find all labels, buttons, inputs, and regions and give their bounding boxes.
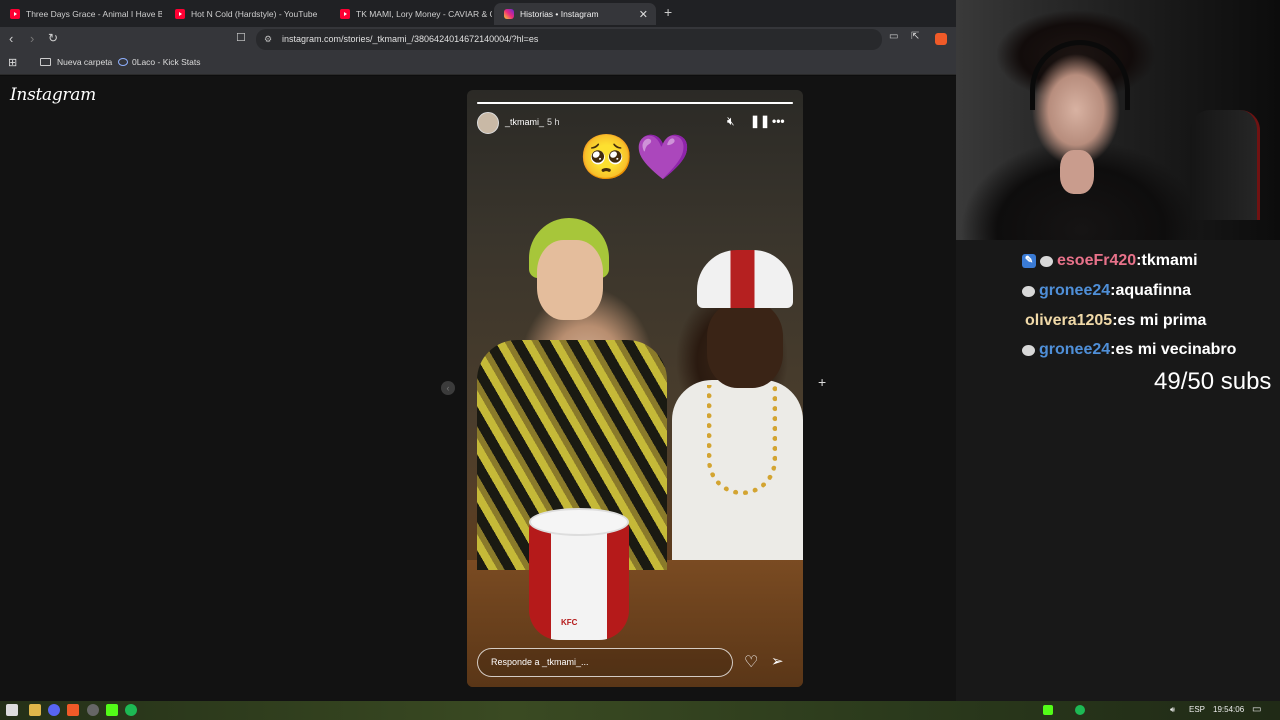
youtube-icon [340, 9, 350, 19]
toolbar: ‹ › ↻ ☐ ⚙ instagram.com/stories/_tkmami_… [0, 27, 956, 52]
bookmark-label: Nueva carpeta [57, 57, 113, 67]
tab-three-days-grace[interactable]: Three Days Grace - Animal I Have Be [0, 3, 162, 25]
language-indicator[interactable]: ESP [1189, 705, 1205, 714]
chat-text: es mi prima [1117, 312, 1207, 329]
chat-message: ✎ esoeFr420 : tkmami [1022, 250, 1198, 272]
avatar[interactable] [477, 112, 499, 134]
brave-icon[interactable] [67, 704, 79, 716]
new-tab-icon[interactable]: + [664, 4, 672, 20]
notifications-icon[interactable]: ▭ [1252, 704, 1261, 715]
kick-stats-icon [118, 58, 128, 66]
file-explorer-icon[interactable] [29, 704, 41, 716]
apps-grid-icon[interactable]: ⊞ [8, 56, 17, 69]
obs-icon[interactable] [87, 704, 99, 716]
youtube-icon [175, 9, 185, 19]
reload-icon[interactable]: ↻ [48, 31, 58, 45]
chat-text: tkmami [1141, 252, 1198, 269]
address-bar[interactable]: ⚙ instagram.com/stories/_tkmami_/3806424… [256, 29, 882, 50]
chat-username: gronee24 [1039, 341, 1111, 358]
forward-icon[interactable]: › [30, 31, 34, 46]
instagram-logo[interactable]: Instagram [10, 85, 96, 105]
reply-placeholder: Responde a _tkmami_... [491, 657, 589, 667]
tab-hot-n-cold[interactable]: Hot N Cold (Hardstyle) - YouTube [165, 3, 327, 25]
bookmark-folder[interactable]: Nueva carpeta [40, 57, 112, 67]
muted-icon[interactable]: 🔇︎ [727, 114, 735, 129]
tab-label: Hot N Cold (Hardstyle) - YouTube [191, 9, 318, 19]
story-emoji-sticker: 🥺💜 [579, 133, 693, 182]
chat-message: gronee24 : aquafinna [1022, 280, 1191, 302]
back-icon[interactable]: ‹ [9, 31, 13, 46]
close-tab-icon[interactable]: ✕ [639, 8, 648, 21]
sub-badge-icon: ✎ [1022, 254, 1036, 268]
sub-goal-counter: 49/50 subs [1154, 368, 1272, 395]
chat-username: olivera1205 [1025, 312, 1113, 329]
story-viewer[interactable]: KFC _tkmami_ 5 h 🔇︎ ❚❚ ••• 🥺💜 Responde a… [467, 90, 803, 687]
clock[interactable]: 19:54:06 [1213, 705, 1244, 714]
bookmarks-bar: ⊞ Nueva carpeta 0Laco - Kick Stats [0, 52, 956, 75]
bot-badge-icon [1040, 255, 1053, 267]
heart-icon[interactable]: ♡ [744, 652, 758, 672]
url-text: instagram.com/stories/_tkmami_/380642401… [282, 34, 539, 44]
browser-window: Three Days Grace - Animal I Have Be Hot … [0, 0, 956, 701]
story-gold-chain [707, 385, 777, 495]
send-icon[interactable]: ➢ [771, 652, 784, 670]
chat-username: esoeFr420 [1057, 252, 1137, 269]
gaming-chair [1190, 110, 1260, 220]
chat-message: gronee24 : es mi vecinabro [1022, 339, 1236, 361]
tab-label: TK MAMI, Lory Money - CAVIAR & C [356, 9, 492, 19]
instagram-icon [504, 9, 514, 19]
windows-start-icon[interactable] [6, 704, 18, 716]
chat-text: es mi vecinabro [1115, 341, 1237, 358]
stream-chat: ✎ esoeFr420 : tkmami gronee24 : aquafinn… [956, 240, 1280, 700]
kfc-logo: KFC [561, 618, 578, 627]
taskbar: 🔊︎ ESP 19:54:06 ▭ [0, 701, 1280, 720]
tray-kick-icon[interactable] [1043, 705, 1053, 715]
previous-story-button[interactable]: ‹ [441, 381, 455, 395]
bookmark-label: 0Laco - Kick Stats [132, 57, 201, 67]
bot-badge-icon [1022, 344, 1035, 356]
discord-icon[interactable] [48, 704, 60, 716]
share-icon[interactable]: ⇱ [911, 31, 919, 42]
chat-message: olivera1205 : es mi prima [1025, 310, 1206, 332]
chat-username: gronee24 [1039, 282, 1111, 299]
bot-badge-icon [1022, 285, 1035, 297]
kick-icon[interactable] [106, 704, 118, 716]
pause-icon[interactable]: ❚❚ [750, 114, 770, 128]
tab-label: Historias • Instagram [520, 9, 599, 19]
story-timestamp: 5 h [547, 117, 560, 127]
youtube-icon [10, 9, 20, 19]
story-progress-bar [477, 102, 793, 104]
instagram-page: Instagram ‹ KFC _tkmami_ 5 h 🔇︎ ❚❚ ••• 🥺… [0, 76, 956, 701]
bookmark-kick-stats[interactable]: 0Laco - Kick Stats [118, 57, 201, 67]
webcam-hand [1060, 150, 1094, 194]
install-app-icon[interactable]: ▭ [889, 31, 898, 42]
story-bucket-hat [697, 250, 793, 308]
story-person-face [537, 240, 603, 320]
story-person-face [707, 302, 783, 388]
tab-label: Three Days Grace - Animal I Have Be [26, 9, 162, 19]
bookmark-icon[interactable]: ☐ [236, 31, 246, 44]
more-options-icon[interactable]: ••• [772, 114, 785, 128]
chat-text: aquafinna [1115, 282, 1192, 299]
tab-tk-mami[interactable]: TK MAMI, Lory Money - CAVIAR & C [330, 3, 492, 25]
reply-input[interactable]: Responde a _tkmami_... [477, 648, 733, 677]
crosshair-cursor-icon: + [818, 374, 827, 390]
volume-icon[interactable]: 🔊︎ [1170, 705, 1175, 715]
brave-shield-icon[interactable] [935, 33, 947, 45]
tab-bar: Three Days Grace - Animal I Have Be Hot … [0, 0, 956, 27]
spotify-icon[interactable] [125, 704, 137, 716]
folder-icon [40, 58, 51, 66]
story-username[interactable]: _tkmami_ [505, 117, 544, 127]
tray-spotify-icon[interactable] [1075, 705, 1085, 715]
story-kfc-bucket [529, 520, 629, 640]
story-kfc-bucket-rim [529, 508, 629, 536]
tab-instagram[interactable]: Historias • Instagram ✕ [494, 3, 656, 25]
site-info-icon[interactable]: ⚙ [264, 29, 272, 50]
story-progress-fill [477, 102, 793, 104]
